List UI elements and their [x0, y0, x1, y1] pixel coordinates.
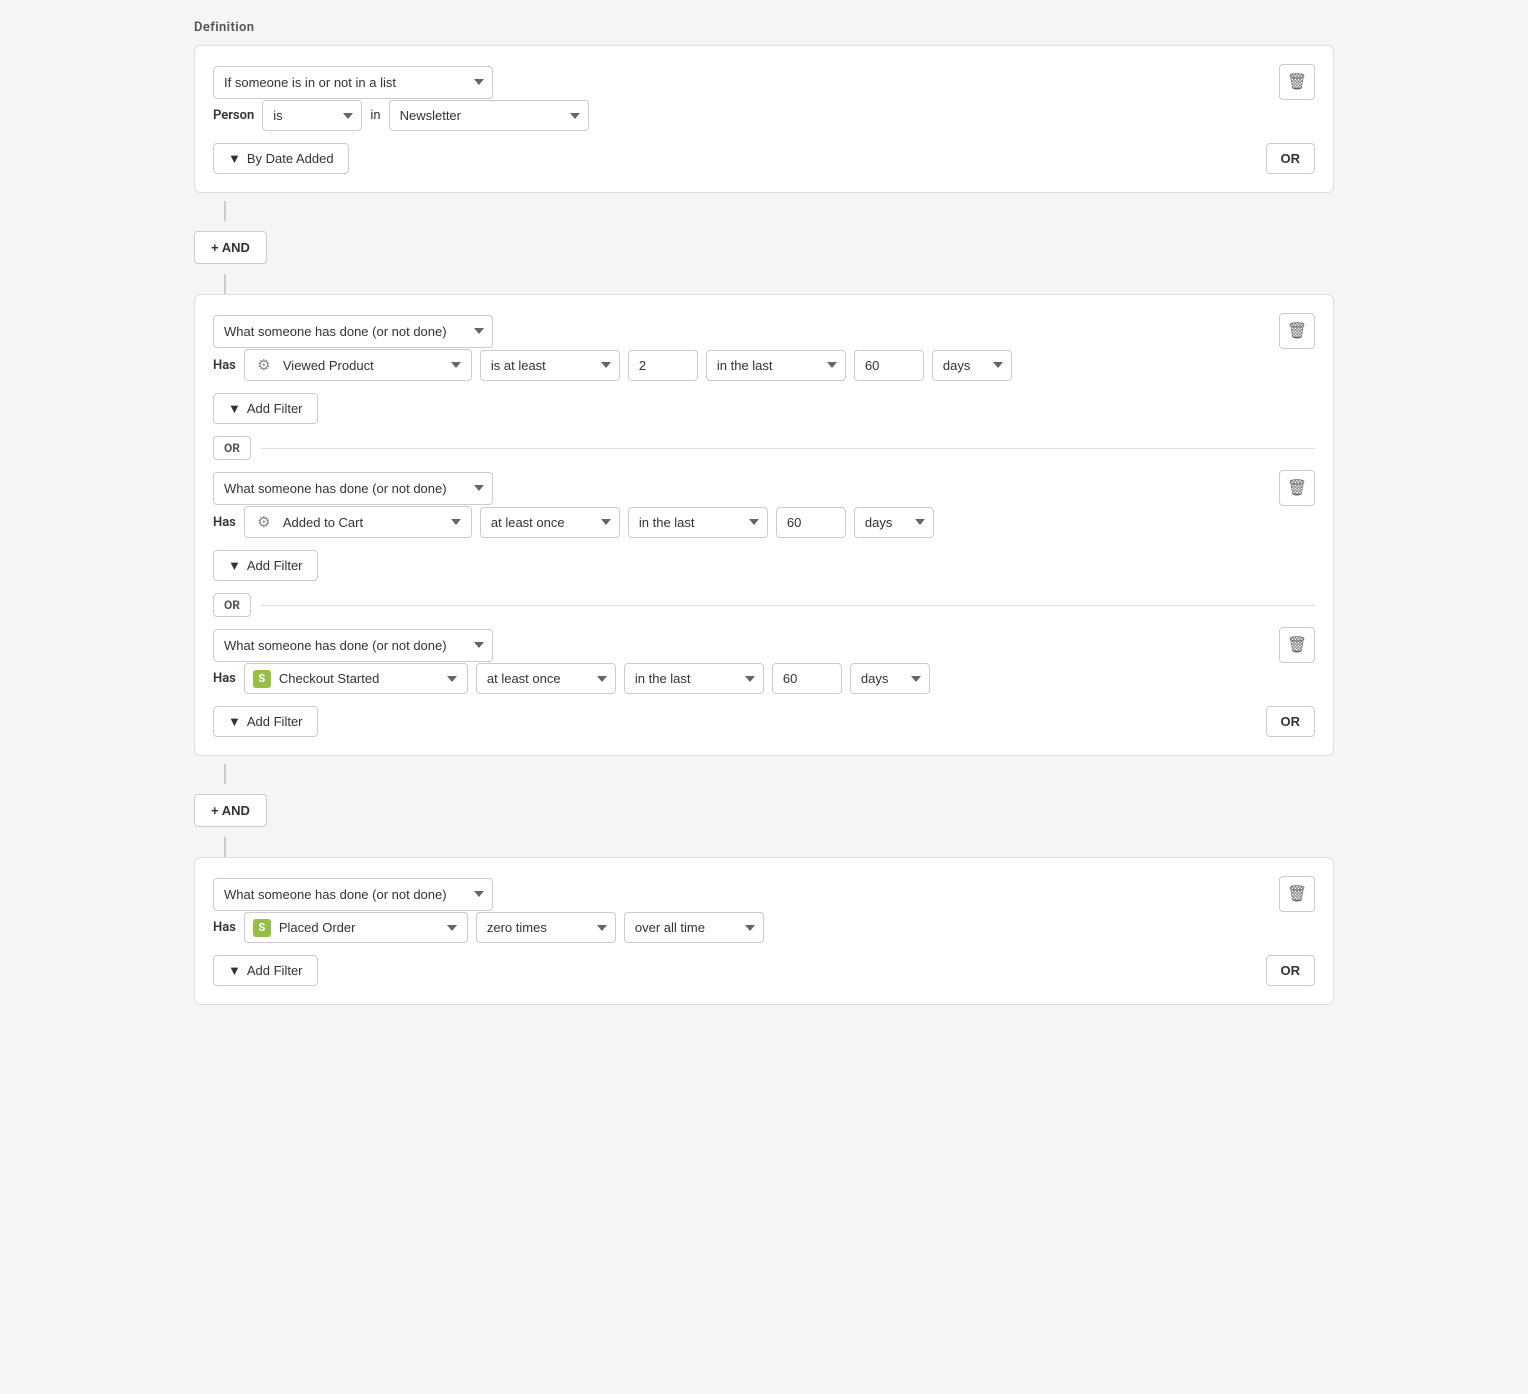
- block2-has-label2: Has: [213, 515, 236, 530]
- block2-frequency-select2[interactable]: at least once: [480, 507, 620, 538]
- block2-add-filter-button1[interactable]: ▼ Add Filter: [213, 393, 318, 424]
- gear-icon1: ⚙: [253, 354, 275, 376]
- block2-timerange-select3[interactable]: in the last: [624, 663, 764, 694]
- block2-event-select3[interactable]: Checkout Started: [279, 668, 459, 689]
- block3-has-row: Has S Placed Order zero times over all t…: [213, 912, 1315, 943]
- block2-row3-top: What someone has done (or not done) 🗑: [213, 627, 1315, 663]
- block2-frequency-select1[interactable]: is at least: [480, 350, 620, 381]
- block2-days-unit-select2[interactable]: days: [854, 507, 934, 538]
- block2-event-wrapper1: ⚙ Viewed Product: [244, 349, 472, 381]
- block3-definition-select[interactable]: What someone has done (or not done): [213, 878, 493, 911]
- and1-wrapper-bottom: [194, 274, 1334, 294]
- person-label: Person: [213, 108, 254, 123]
- block2-days-input2[interactable]: [776, 507, 846, 538]
- block1-top-row: If someone is in or not in a list 🗑: [213, 64, 1315, 100]
- or-divider2: OR: [213, 593, 1315, 617]
- delete-icon: 🗑: [1287, 321, 1307, 341]
- block3-or-button[interactable]: OR: [1266, 955, 1316, 986]
- and1-button[interactable]: + AND: [194, 231, 267, 264]
- and2-wrapper-bottom: [194, 837, 1334, 857]
- block2-event-select1[interactable]: Viewed Product: [283, 355, 463, 376]
- block2-container: What someone has done (or not done) 🗑 Ha…: [194, 294, 1334, 756]
- filter-icon: ▼: [228, 151, 241, 166]
- block3-event-wrapper: S Placed Order: [244, 912, 468, 943]
- block2-or-button[interactable]: OR: [1266, 706, 1316, 737]
- block2-row3-delete-button[interactable]: 🗑: [1279, 627, 1315, 663]
- block2-filter-row3: ▼ Add Filter OR: [213, 706, 1315, 737]
- or-divider-line1: [261, 448, 1315, 449]
- block2-row1-delete-button[interactable]: 🗑: [1279, 313, 1315, 349]
- block2-add-filter-button3[interactable]: ▼ Add Filter: [213, 706, 318, 737]
- filter-icon: ▼: [228, 714, 241, 729]
- delete-icon: 🗑: [1287, 635, 1307, 655]
- block2-timerange-select1[interactable]: in the last: [706, 350, 846, 381]
- block3-timerange-select[interactable]: over all time: [624, 912, 764, 943]
- block2-has-row1: Has ⚙ Viewed Product is at least in the …: [213, 349, 1315, 381]
- block1-definition-select[interactable]: If someone is in or not in a list: [213, 66, 493, 99]
- block2-row2-definition-select[interactable]: What someone has done (or not done): [213, 472, 493, 505]
- delete-icon: 🗑: [1287, 884, 1307, 904]
- block2-count-input1[interactable]: [628, 350, 698, 381]
- block2-filter-row2: ▼ Add Filter: [213, 550, 1315, 581]
- block2-add-filter-button2[interactable]: ▼ Add Filter: [213, 550, 318, 581]
- block2-has-row3: Has S Checkout Started at least once in …: [213, 663, 1315, 694]
- block3-delete-button[interactable]: 🗑: [1279, 876, 1315, 912]
- and2-wrapper: [194, 764, 1334, 784]
- gear-icon2: ⚙: [253, 511, 275, 533]
- block1-person-is-select[interactable]: is: [262, 100, 362, 131]
- block2-filter-row1: ▼ Add Filter: [213, 393, 1315, 424]
- block2-days-unit-select1[interactable]: days: [932, 350, 1012, 381]
- delete-icon: 🗑: [1287, 478, 1307, 498]
- block3-filter-row: ▼ Add Filter OR: [213, 955, 1315, 986]
- block2-has-label3: Has: [213, 671, 236, 686]
- block1-delete-button[interactable]: 🗑: [1279, 64, 1315, 100]
- block2-days-input1[interactable]: [854, 350, 924, 381]
- block2-days-unit-select3[interactable]: days: [850, 663, 930, 694]
- block2-days-input3[interactable]: [772, 663, 842, 694]
- block2-timerange-select2[interactable]: in the last: [628, 507, 768, 538]
- shopify-icon-block3: S: [253, 919, 271, 937]
- block2-row2-top: What someone has done (or not done) 🗑: [213, 470, 1315, 506]
- block1-list-select[interactable]: Newsletter: [389, 100, 589, 131]
- block3-container: What someone has done (or not done) 🗑 Ha…: [194, 857, 1334, 1005]
- block1-filter-row: ▼ By Date Added OR: [213, 143, 1315, 174]
- block1-add-filter-button[interactable]: ▼ By Date Added: [213, 143, 349, 174]
- block3-add-filter-button[interactable]: ▼ Add Filter: [213, 955, 318, 986]
- block2-row3-definition-select[interactable]: What someone has done (or not done): [213, 629, 493, 662]
- block2-event-wrapper2: ⚙ Added to Cart: [244, 506, 472, 538]
- block2-row1-definition-select[interactable]: What someone has done (or not done): [213, 315, 493, 348]
- or-divider-label1: OR: [213, 436, 251, 460]
- filter-icon: ▼: [228, 963, 241, 978]
- and2-button[interactable]: + AND: [194, 794, 267, 827]
- page-container: Definition If someone is in or not in a …: [194, 20, 1334, 1005]
- definition-label: Definition: [194, 20, 1334, 35]
- block1-container: If someone is in or not in a list 🗑 Pers…: [194, 45, 1334, 193]
- block3-top-row: What someone has done (or not done) 🗑: [213, 876, 1315, 912]
- shopify-icon3: S: [253, 670, 271, 688]
- block2-has-label1: Has: [213, 358, 236, 373]
- block3-has-label: Has: [213, 920, 236, 935]
- block1-or-button[interactable]: OR: [1266, 143, 1316, 174]
- block1-person-row: Person is in Newsletter: [213, 100, 1315, 131]
- or-divider-label2: OR: [213, 593, 251, 617]
- or-divider-line2: [261, 605, 1315, 606]
- block2-has-row2: Has ⚙ Added to Cart at least once in the…: [213, 506, 1315, 538]
- block2-row1-top: What someone has done (or not done) 🗑: [213, 313, 1315, 349]
- filter-icon: ▼: [228, 558, 241, 573]
- block2-event-select2[interactable]: Added to Cart: [283, 512, 463, 533]
- block2-row2-delete-button[interactable]: 🗑: [1279, 470, 1315, 506]
- and1-wrapper: [194, 201, 1334, 221]
- delete-icon: 🗑: [1287, 72, 1307, 92]
- block3-frequency-select[interactable]: zero times: [476, 912, 616, 943]
- block2-frequency-select3[interactable]: at least once: [476, 663, 616, 694]
- block1-in-label: in: [370, 108, 380, 123]
- or-divider1: OR: [213, 436, 1315, 460]
- block2-event-wrapper3: S Checkout Started: [244, 663, 468, 694]
- block3-event-select[interactable]: Placed Order: [279, 917, 459, 938]
- filter-icon: ▼: [228, 401, 241, 416]
